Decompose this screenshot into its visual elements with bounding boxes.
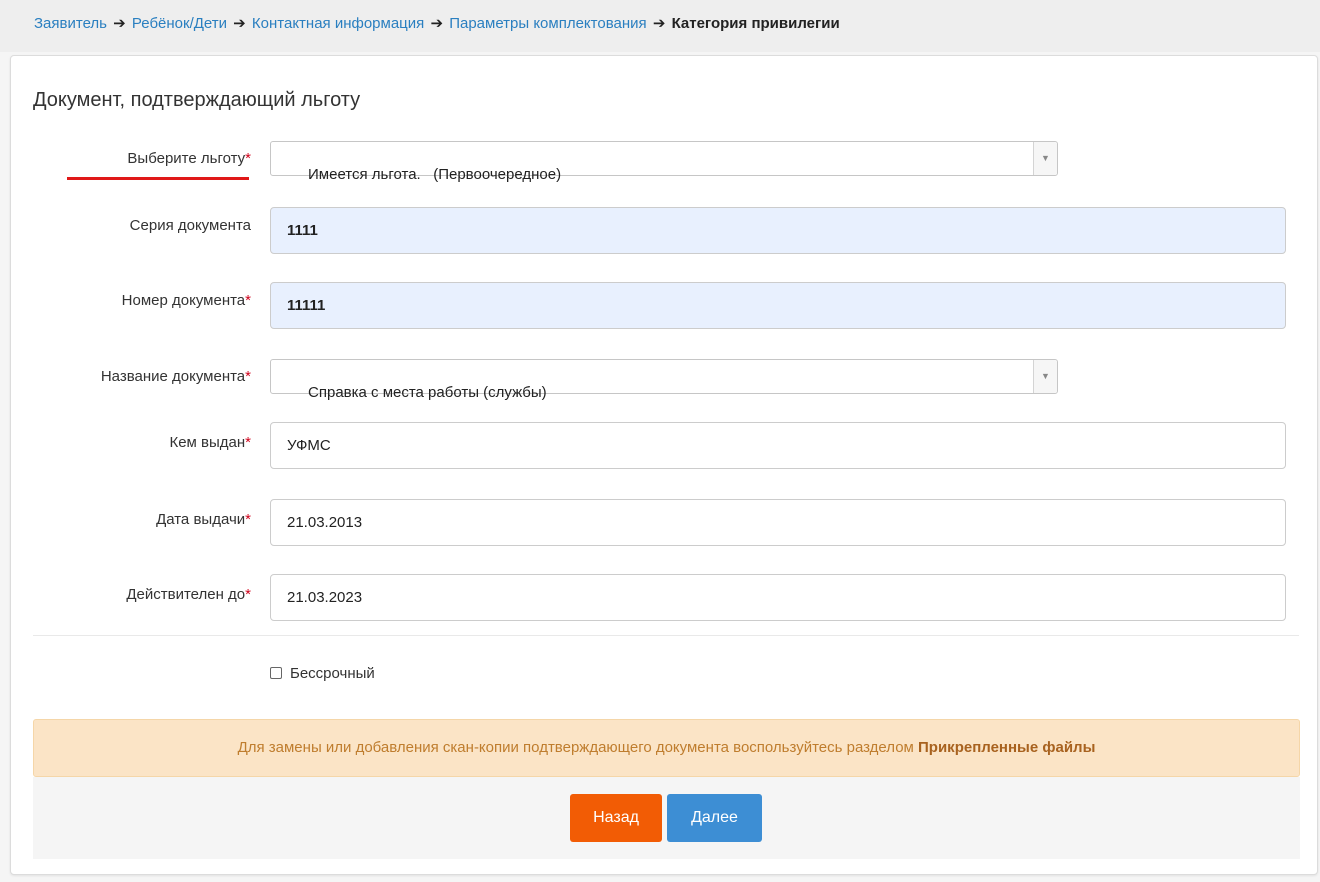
doc-series-input[interactable]: 1111 xyxy=(270,207,1286,254)
section-title: Документ, подтверждающий льготу xyxy=(33,89,361,111)
breadcrumb-arrow-icon: ➔ xyxy=(113,15,126,32)
form-footer: Назад Далее xyxy=(33,777,1300,859)
breadcrumb-link-children[interactable]: Ребёнок/Дети xyxy=(132,15,227,32)
chevron-down-icon: ▼ xyxy=(1033,142,1057,175)
field-label: Выберите льготу* xyxy=(127,150,251,167)
required-marker: * xyxy=(245,511,251,528)
breadcrumb-arrow-icon: ➔ xyxy=(430,15,444,32)
valid-until-input[interactable]: 21.03.2023 xyxy=(270,574,1286,621)
breadcrumb-link-parameters[interactable]: Параметры комплектования xyxy=(449,15,646,32)
required-marker: * xyxy=(245,586,251,603)
doc-name-select[interactable]: Справка с места работы (службы) ▼ xyxy=(270,359,1058,401)
breadcrumb-link-contacts[interactable]: Контактная информация xyxy=(252,15,424,32)
chevron-down-icon: ▼ xyxy=(1033,360,1057,393)
required-marker: * xyxy=(245,292,251,309)
info-alert: Для замены или добавления скан-копии под… xyxy=(33,719,1300,777)
field-label: Название документа* xyxy=(100,368,251,385)
field-label: Дата выдачи* xyxy=(156,511,251,528)
highlight-underline xyxy=(67,177,249,180)
form-panel: Документ, подтверждающий льготу Выберите… xyxy=(10,55,1318,875)
privilege-select[interactable]: Имеется льгота. (Первоочередное) ▼ xyxy=(270,141,1058,183)
breadcrumb: Заявитель ➔ Ребёнок/Дети ➔ Контактная ин… xyxy=(0,0,1320,52)
required-marker: * xyxy=(245,368,251,385)
field-label: Серия документа xyxy=(129,217,251,234)
back-button[interactable]: Назад xyxy=(570,794,662,842)
doc-number-input[interactable]: 11111 xyxy=(270,282,1286,329)
breadcrumb-current: Категория привилегии xyxy=(671,15,840,32)
issue-date-input[interactable]: 21.03.2013 xyxy=(270,499,1286,546)
divider xyxy=(33,635,1299,636)
checkbox-icon[interactable] xyxy=(270,667,282,679)
breadcrumb-arrow-icon: ➔ xyxy=(233,15,246,32)
field-label: Кем выдан* xyxy=(169,434,251,451)
indefinite-checkbox[interactable]: Бессрочный xyxy=(270,665,375,682)
required-marker: * xyxy=(245,434,251,451)
field-label: Номер документа* xyxy=(121,292,251,309)
issued-by-input[interactable]: УФМС xyxy=(270,422,1286,469)
breadcrumb-link-applicant[interactable]: Заявитель xyxy=(34,15,107,32)
field-label: Действителен до* xyxy=(126,586,251,603)
breadcrumb-arrow-icon: ➔ xyxy=(652,15,666,32)
required-marker: * xyxy=(245,150,251,167)
attached-files-link[interactable]: Прикрепленные файлы xyxy=(918,739,1095,756)
next-button[interactable]: Далее xyxy=(667,794,762,842)
